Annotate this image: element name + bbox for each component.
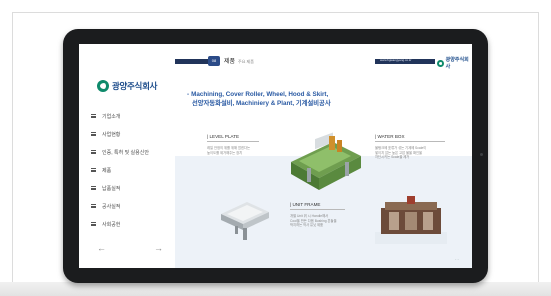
logo-mark-icon	[97, 80, 109, 92]
next-arrow-icon[interactable]: →	[154, 244, 163, 253]
menu-icon	[91, 132, 96, 136]
sidebar-item-label: 사회공헌	[102, 221, 121, 228]
menu-icon	[91, 168, 96, 172]
bullet-icon: -	[187, 91, 190, 98]
header-logo: 광양주식회사	[437, 56, 472, 70]
level-plate-desc-line: 높이도를 제거해주는 장치	[207, 150, 243, 155]
sidebar-item-label: 인증, 특허 및 실용신안	[102, 149, 149, 156]
unit-frame-desc: 개별 Unit 위 시 Handle해서 Cool을 만든 다음 Bushing…	[290, 214, 337, 228]
sidebar-item-company[interactable]: 기업소개	[91, 107, 149, 125]
unit-frame-desc-line: 박지하는 작사 유닛 제품	[290, 223, 324, 227]
main-content: 08 제품 주요 제품 www.hgwangyang.co.kr 광양주식회사 -…	[175, 44, 472, 268]
sidebar-item-label: 제품	[102, 167, 112, 174]
sidebar-item-label: 기업소개	[102, 113, 121, 120]
sidebar-item-social[interactable]: 사회공헌	[91, 215, 149, 233]
menu-icon	[91, 114, 96, 118]
headline: - Machining, Cover Roller, Wheel, Hood & …	[187, 90, 331, 108]
sidebar: 광양주식회사 기업소개 사업현황 인증, 특허 및 실용신안 제품 납품실적 공…	[79, 44, 175, 268]
page-subtitle: 주요 제품	[238, 59, 254, 64]
level-plate-image	[221, 202, 269, 240]
stage: 광양주식회사 기업소개 사업현황 인증, 특허 및 실용신안 제품 납품실적 공…	[0, 0, 551, 296]
sidebar-item-business[interactable]: 사업현황	[91, 125, 149, 143]
logo-mark-icon	[437, 59, 444, 67]
camera-dot	[480, 153, 483, 156]
unit-frame-rule	[290, 209, 345, 210]
level-plate-rule	[207, 141, 259, 142]
sidebar-item-products[interactable]: 제품	[91, 161, 149, 179]
page-title: 제품 주요 제품	[224, 56, 254, 65]
water-box-desc: 물탱크에 표류가 섞는 기계에 Scale이 쌓이지 않는 높은 고압 물을 확…	[375, 146, 426, 160]
water-box-label: | WATER BOX	[375, 134, 405, 139]
tablet-screen: 광양주식회사 기업소개 사업현황 인증, 특허 및 실용신안 제품 납품실적 공…	[79, 44, 472, 268]
water-box-rule	[375, 141, 445, 142]
sidebar-nav: 기업소개 사업현황 인증, 특허 및 실용신안 제품 납품실적 공사실적 사회공…	[91, 107, 149, 233]
website-url: www.hgwangyang.co.kr	[380, 58, 412, 62]
page-arrows: ← →	[97, 244, 163, 253]
water-box-image	[375, 196, 447, 244]
sidebar-item-label: 공사실적	[102, 203, 121, 210]
level-plate-desc: 레일 안정의 위를 위해 얹힌다는 높이도를 제거해주는 장치	[207, 146, 250, 155]
header-logo-text: 광양주식회사	[445, 57, 469, 70]
floor-shadow	[0, 282, 551, 296]
menu-icon	[91, 222, 96, 226]
sidebar-item-label: 납품실적	[102, 185, 121, 192]
header-bar-left	[175, 59, 211, 64]
unit-frame-label: | UNIT FRAME	[290, 202, 321, 207]
page-title-text: 제품	[224, 59, 236, 65]
company-logo[interactable]: 광양주식회사	[97, 80, 157, 92]
headline-line-2: 선양자동화설비, Machiniery & Plant, 기계설비공사	[192, 100, 331, 107]
section-number-badge: 08	[208, 56, 220, 66]
headline-line-1: Machining, Cover Roller, Wheel, Hood & S…	[191, 91, 329, 98]
level-plate-label: | LEVEL PLATE	[207, 134, 240, 139]
sidebar-item-certification[interactable]: 인증, 특허 및 실용신안	[91, 143, 149, 161]
menu-icon	[91, 204, 96, 208]
sidebar-item-deliveries[interactable]: 납품실적	[91, 179, 149, 197]
water-box-desc-line: 물탱크에 표류가 섞는 기계에 Scale이	[375, 146, 427, 150]
level-plate-desc-line: 레일 안정의 위를 위해 얹힌다는	[207, 146, 251, 150]
unit-frame-machine-image	[291, 132, 361, 190]
water-box-desc-line: 차단시키는 Scale을 제거	[375, 155, 410, 159]
sidebar-item-label: 사업현황	[102, 131, 121, 138]
menu-icon	[91, 150, 96, 154]
logo-text: 광양주식회사	[112, 81, 158, 91]
tablet-device: 광양주식회사 기업소개 사업현황 인증, 특허 및 실용신안 제품 납품실적 공…	[63, 29, 488, 283]
prev-arrow-icon[interactable]: ←	[97, 244, 106, 253]
menu-icon	[91, 186, 96, 190]
sidebar-item-construction[interactable]: 공사실적	[91, 197, 149, 215]
pager-indicator[interactable]: - -	[455, 256, 459, 261]
